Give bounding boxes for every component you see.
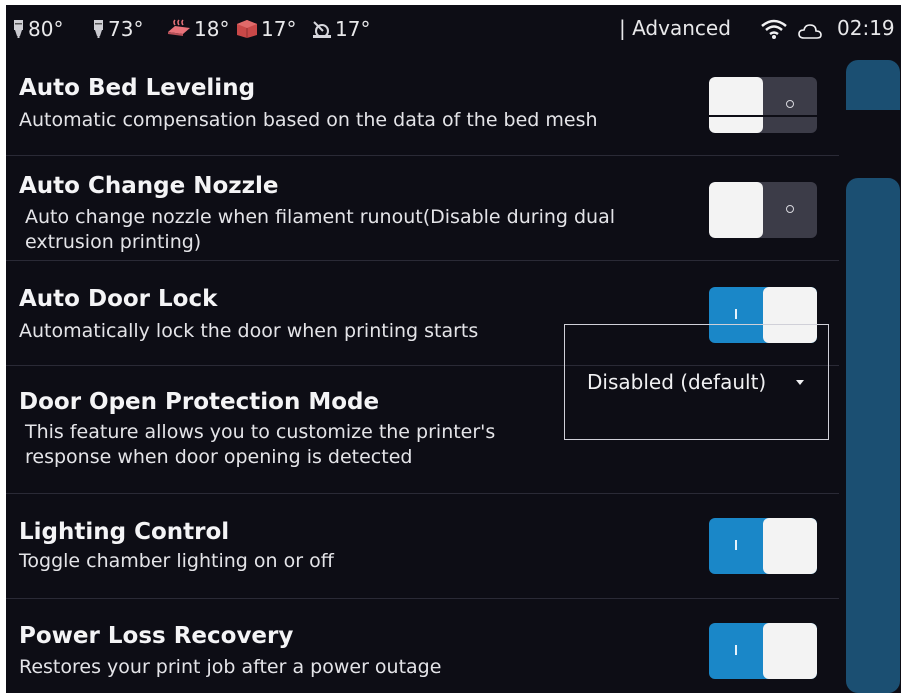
toggle-knob — [709, 182, 763, 238]
temp-value: 80° — [28, 17, 64, 41]
chamber-icon — [236, 19, 258, 39]
temp-value: 73° — [108, 17, 144, 41]
setting-description: Restores your print job after a power ou… — [19, 656, 442, 678]
off-indicator-icon — [786, 205, 794, 213]
status-bar: 80° 73° 18° 17° 17° | Advanced 02:19 — [6, 5, 901, 53]
power-loss-recovery-toggle[interactable] — [709, 623, 817, 679]
nozzle-left-icon — [12, 19, 25, 39]
scrollbar-thumb[interactable] — [846, 178, 900, 693]
setting-title: Door Open Protection Mode — [19, 389, 380, 415]
toggle-divider — [709, 115, 817, 117]
temp-value: 17° — [335, 17, 371, 41]
mcu-temp-icon — [310, 19, 332, 39]
setting-description-line: This feature allows you to customize the… — [25, 421, 496, 443]
lighting-control-toggle[interactable] — [709, 518, 817, 574]
toggle-knob — [763, 623, 817, 679]
on-indicator-icon — [735, 645, 737, 655]
clock: 02:19 — [837, 16, 895, 40]
toggle-knob — [763, 518, 817, 574]
on-indicator-icon — [735, 309, 737, 319]
screen: 80° 73° 18° 17° 17° | Advanced 02:19 Aut… — [6, 5, 901, 693]
setting-description-line: extrusion printing) — [25, 231, 202, 253]
setting-description: Automatic compensation based on the data… — [19, 109, 598, 131]
setting-title: Lighting Control — [19, 519, 230, 545]
door-protection-dropdown[interactable]: Disabled (default) — [564, 324, 829, 440]
off-indicator-icon — [786, 100, 794, 108]
setting-title: Power Loss Recovery — [19, 623, 294, 649]
setting-description: Toggle chamber lighting on or off — [19, 550, 334, 572]
temp-nozzle-left[interactable]: 80° — [12, 17, 63, 41]
scroll-up-area[interactable] — [846, 60, 900, 110]
temp-heated-bed[interactable]: 18° — [167, 17, 229, 41]
auto-change-nozzle-toggle[interactable] — [709, 182, 817, 238]
temp-nozzle-right[interactable]: 73° — [92, 17, 143, 41]
setting-description: Automatically lock the door when printin… — [19, 320, 479, 342]
dropdown-value: Disabled (default) — [587, 370, 767, 394]
setting-description-line: Auto change nozzle when filament runout(… — [25, 206, 616, 228]
heated-bed-icon — [167, 19, 191, 39]
setting-description-line: response when door opening is detected — [25, 446, 413, 468]
nozzle-right-icon — [92, 19, 105, 39]
auto-bed-leveling-toggle[interactable] — [709, 77, 817, 133]
setting-title: Auto Door Lock — [19, 286, 218, 312]
setting-auto-bed-leveling: Auto Bed Leveling Automatic compensation… — [6, 53, 839, 156]
setting-lighting-control: Lighting Control Toggle chamber lighting… — [6, 494, 839, 599]
setting-power-loss-recovery: Power Loss Recovery Restores your print … — [6, 599, 839, 693]
chevron-down-icon — [796, 380, 804, 385]
setting-title: Auto Bed Leveling — [19, 75, 256, 101]
temp-value: 18° — [194, 17, 230, 41]
cloud-icon[interactable] — [798, 21, 822, 45]
wifi-icon[interactable] — [760, 18, 788, 45]
setting-auto-change-nozzle: Auto Change Nozzle Auto change nozzle wh… — [6, 156, 839, 261]
temp-chamber[interactable]: 17° — [236, 17, 296, 41]
temp-mcu[interactable]: 17° — [310, 17, 370, 41]
mode-label[interactable]: | Advanced — [619, 16, 731, 40]
on-indicator-icon — [735, 540, 737, 550]
toggle-knob — [709, 77, 763, 133]
temp-value: 17° — [261, 17, 297, 41]
setting-title: Auto Change Nozzle — [19, 173, 279, 199]
